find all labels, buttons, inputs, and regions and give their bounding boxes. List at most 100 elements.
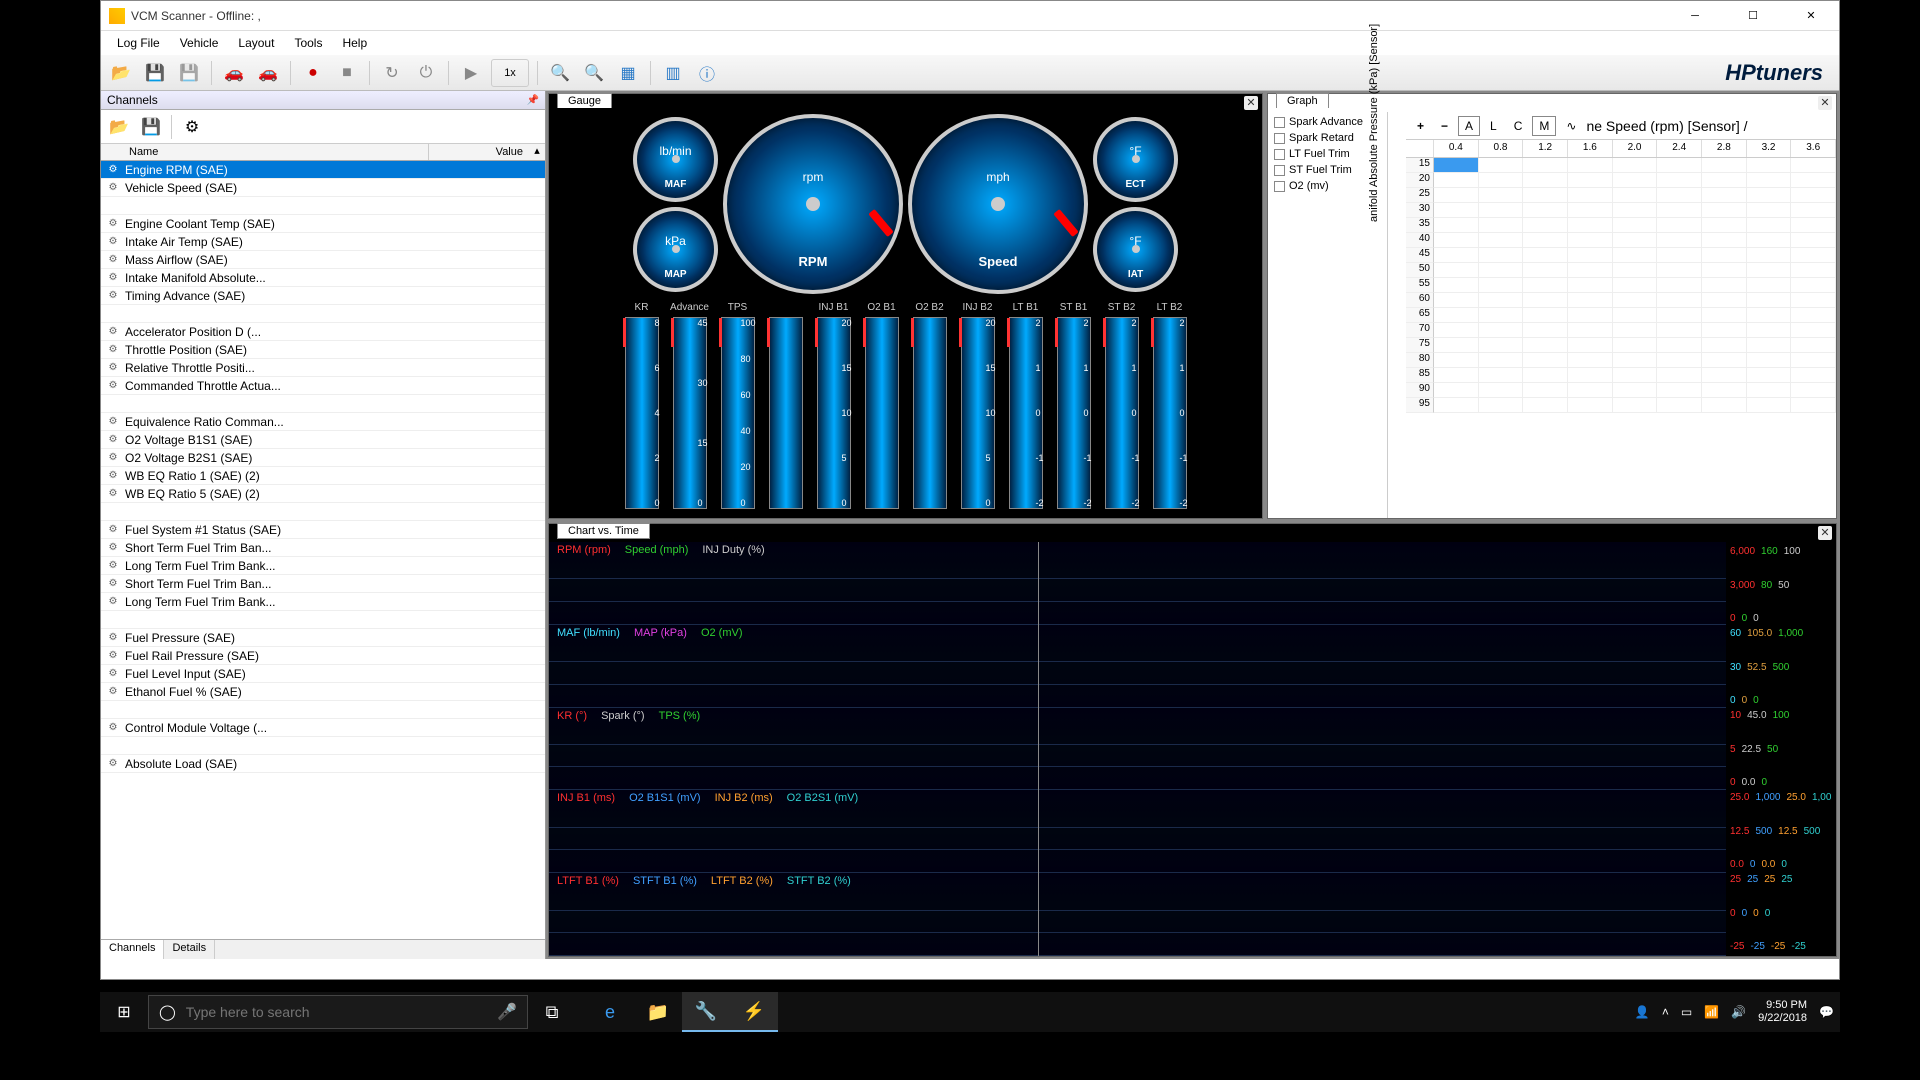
titlebar[interactable]: VCM Scanner - Offline: , ─ ☐ ✕ — [101, 1, 1839, 31]
gauge-ect[interactable]: °FECT — [1093, 117, 1178, 202]
graph-wave-icon[interactable]: ∿ — [1559, 116, 1583, 136]
chart-close-icon[interactable]: ✕ — [1818, 526, 1832, 540]
tab-details[interactable]: Details — [164, 940, 215, 959]
chart-strip[interactable]: KR (°)Spark (°)TPS (%) — [549, 708, 1726, 791]
minimize-button[interactable]: ─ — [1675, 4, 1715, 28]
menu-logfile[interactable]: Log File — [109, 33, 168, 53]
channel-row[interactable]: Long Term Fuel Trim Bank... — [101, 593, 545, 611]
col-name[interactable]: Name — [101, 144, 429, 160]
graph-L-button[interactable]: L — [1483, 116, 1504, 136]
channel-row[interactable]: Timing Advance (SAE) — [101, 287, 545, 305]
gauge-tab[interactable]: Gauge — [557, 93, 612, 108]
channel-row[interactable]: Engine Coolant Temp (SAE) — [101, 215, 545, 233]
bar-gauge[interactable]: Advance4530150 — [668, 302, 712, 510]
checkbox-icon[interactable] — [1274, 149, 1285, 160]
reload-icon[interactable]: ↻ — [378, 59, 406, 87]
tray-battery-icon[interactable]: ▭ — [1681, 1005, 1692, 1019]
channel-row[interactable]: Accelerator Position D (... — [101, 323, 545, 341]
bar-gauge[interactable]: KR86420 — [620, 302, 664, 510]
play-icon[interactable]: ▶ — [457, 59, 485, 87]
checkbox-icon[interactable] — [1274, 181, 1285, 192]
tray-people-icon[interactable]: 👤 — [1635, 1005, 1650, 1019]
play-speed[interactable]: 1x — [491, 59, 529, 87]
channel-row[interactable]: Fuel Rail Pressure (SAE) — [101, 647, 545, 665]
bar-gauge[interactable]: INJ B220151050 — [956, 302, 1000, 510]
channel-row[interactable]: Absolute Load (SAE) — [101, 755, 545, 773]
power-icon[interactable]: ⏻ — [412, 59, 440, 87]
chart-strip[interactable]: INJ B1 (ms)O2 B1S1 (mV)INJ B2 (ms)O2 B2S… — [549, 790, 1726, 873]
channel-row[interactable]: Vehicle Speed (SAE) — [101, 179, 545, 197]
tray-notifications-icon[interactable]: 💬 — [1819, 1005, 1834, 1019]
gauge-speed[interactable]: mphSpeed — [908, 114, 1088, 294]
checkbox-icon[interactable] — [1274, 165, 1285, 176]
col-value[interactable]: Value — [429, 144, 529, 160]
channel-row[interactable]: Engine RPM (SAE) — [101, 161, 545, 179]
gauge-map[interactable]: kPaMAP — [633, 207, 718, 292]
search-circle-icon[interactable]: ◯ — [149, 1003, 186, 1021]
ch-save-icon[interactable]: 💾 — [137, 113, 165, 141]
gauge-maf[interactable]: lb/minMAF — [633, 117, 718, 202]
ch-open-icon[interactable]: 📂 — [105, 113, 133, 141]
tray-clock[interactable]: 9:50 PM 9/22/2018 — [1758, 999, 1807, 1025]
bar-gauge[interactable]: ST B1210-1-2 — [1052, 302, 1096, 510]
graph-add-icon[interactable]: + — [1410, 116, 1431, 136]
tray-wifi-icon[interactable]: 📶 — [1704, 1005, 1719, 1019]
chart-strip[interactable]: RPM (rpm)Speed (mph)INJ Duty (%) — [549, 542, 1726, 625]
gauge-close-icon[interactable]: ✕ — [1244, 96, 1258, 110]
bar-gauge[interactable]: INJ B120151050 — [812, 302, 856, 510]
gauge-iat[interactable]: °FIAT — [1093, 207, 1178, 292]
ch-gear-icon[interactable]: ⚙ — [178, 113, 206, 141]
checkbox-icon[interactable] — [1274, 133, 1285, 144]
graph-tab[interactable]: Graph — [1276, 93, 1329, 108]
info-icon[interactable]: ⓘ — [693, 59, 721, 87]
channel-row[interactable]: Fuel Pressure (SAE) — [101, 629, 545, 647]
channel-row[interactable]: Equivalence Ratio Comman... — [101, 413, 545, 431]
channel-row[interactable]: Relative Throttle Positi... — [101, 359, 545, 377]
graph-C-button[interactable]: C — [1507, 116, 1530, 136]
start-button[interactable]: ⊞ — [100, 992, 148, 1032]
taskbar-edge-icon[interactable]: e — [586, 992, 634, 1032]
menu-help[interactable]: Help — [334, 33, 375, 53]
record-icon[interactable]: ● — [299, 59, 327, 87]
channel-row[interactable]: Ethanol Fuel % (SAE) — [101, 683, 545, 701]
bar-gauge[interactable]: ST B2210-1-2 — [1100, 302, 1144, 510]
taskbar-search[interactable]: ◯ 🎤 — [148, 995, 528, 1029]
channel-row[interactable]: Short Term Fuel Trim Ban... — [101, 539, 545, 557]
checkbox-icon[interactable] — [1274, 117, 1285, 128]
save-as-icon[interactable]: 💾 — [175, 59, 203, 87]
bar-gauge[interactable] — [764, 302, 808, 510]
channels-list[interactable]: Engine RPM (SAE)Vehicle Speed (SAE) Engin… — [101, 161, 545, 939]
layout-icon[interactable]: ▦ — [614, 59, 642, 87]
bar-gauge[interactable]: LT B2210-1-2 — [1148, 302, 1192, 510]
chart-strips[interactable]: RPM (rpm)Speed (mph)INJ Duty (%)MAF (lb/… — [549, 542, 1726, 956]
channel-row[interactable]: Control Module Voltage (... — [101, 719, 545, 737]
bar-gauge[interactable]: TPS100806040200 — [716, 302, 760, 510]
graph-A-button[interactable]: A — [1458, 116, 1480, 136]
vehicle-grey-icon[interactable]: 🚗 — [254, 59, 282, 87]
channel-row[interactable]: Intake Air Temp (SAE) — [101, 233, 545, 251]
tray-volume-icon[interactable]: 🔊 — [1731, 1005, 1746, 1019]
bar-gauge[interactable]: O2 B2 — [908, 302, 952, 510]
graph-M-button[interactable]: M — [1532, 116, 1556, 136]
menu-tools[interactable]: Tools — [286, 33, 330, 53]
channel-row[interactable]: Long Term Fuel Trim Bank... — [101, 557, 545, 575]
channel-row[interactable]: Fuel System #1 Status (SAE) — [101, 521, 545, 539]
scroll-up-icon[interactable]: ▴ — [529, 144, 545, 160]
tray-up-icon[interactable]: ˄ — [1662, 1005, 1669, 1019]
bar-gauge[interactable]: O2 B1 — [860, 302, 904, 510]
channel-row[interactable]: Throttle Position (SAE) — [101, 341, 545, 359]
zoom-in-icon[interactable]: 🔍 — [546, 59, 574, 87]
menu-vehicle[interactable]: Vehicle — [172, 33, 227, 53]
menu-layout[interactable]: Layout — [230, 33, 282, 53]
table-icon[interactable]: ▥ — [659, 59, 687, 87]
open-icon[interactable]: 📂 — [107, 59, 135, 87]
vehicle-blue-icon[interactable]: 🚗 — [220, 59, 248, 87]
channel-row[interactable]: Intake Manifold Absolute... — [101, 269, 545, 287]
chart-strip[interactable]: MAF (lb/min)MAP (kPa)O2 (mV) — [549, 625, 1726, 708]
pin-icon[interactable]: 📌 — [527, 95, 539, 106]
time-cursor[interactable] — [1038, 542, 1039, 956]
channel-row[interactable]: WB EQ Ratio 5 (SAE) (2) — [101, 485, 545, 503]
channel-row[interactable]: O2 Voltage B1S1 (SAE) — [101, 431, 545, 449]
close-button[interactable]: ✕ — [1791, 4, 1831, 28]
zoom-out-icon[interactable]: 🔍 — [580, 59, 608, 87]
